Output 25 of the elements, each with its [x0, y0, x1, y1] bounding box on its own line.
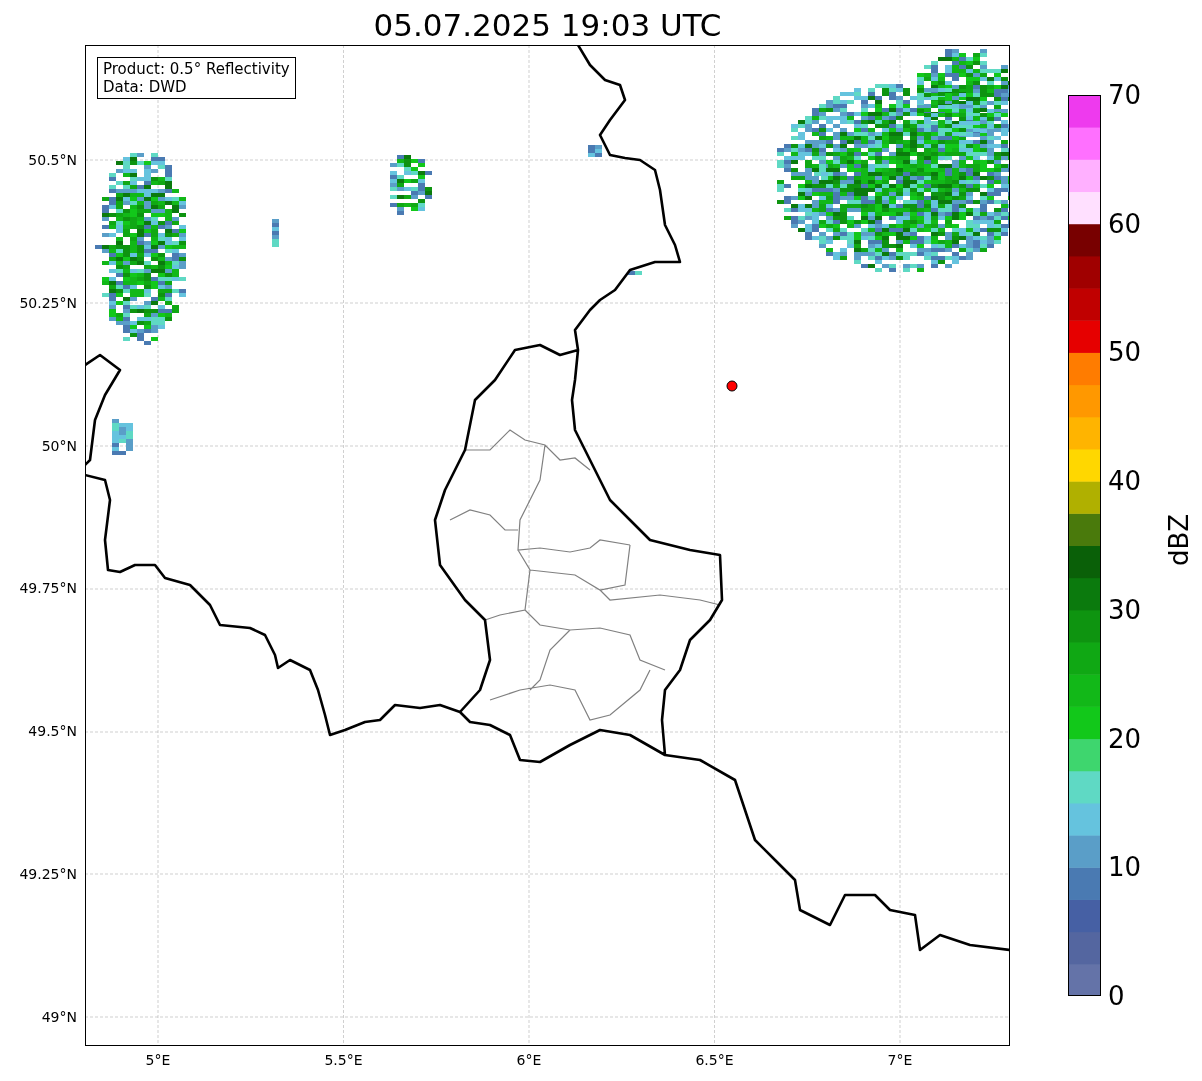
latitude-label: 50.5°N	[28, 152, 77, 168]
chart-title: 05.07.2025 19:03 UTC	[373, 6, 722, 45]
longitude-label: 6°E	[516, 1052, 542, 1068]
colorbar-tick-label: 50	[1108, 337, 1142, 368]
colorbar-label: dBZ	[1164, 513, 1195, 567]
colorbar-tick-label: 10	[1108, 852, 1142, 883]
colorbar-tick-label: 30	[1108, 594, 1142, 625]
latitude-label: 49.25°N	[19, 866, 77, 882]
longitude-label: 6.5°E	[695, 1052, 734, 1068]
colorbar-tick-label: 70	[1108, 80, 1142, 110]
latitude-label: 49.5°N	[28, 723, 77, 740]
latitude-label: 49.75°N	[19, 580, 77, 597]
colorbar-tick-label: 0	[1108, 981, 1125, 1011]
colorbar-tick-label: 60	[1108, 208, 1142, 239]
legend-text: Product: 0.5° Reflectivity	[103, 60, 290, 78]
colorbar-tick-label: 40	[1108, 466, 1142, 497]
longitude-label: 5.5°E	[324, 1052, 363, 1068]
colorbar-tick-label: 20	[1108, 723, 1142, 754]
latitude-label: 50°N	[41, 437, 77, 454]
legend-text: Data: DWD	[103, 78, 188, 96]
longitude-label: 5°E	[145, 1052, 171, 1068]
latitude-label: 49°N	[41, 1008, 77, 1025]
longitude-label: 7°E	[887, 1052, 913, 1068]
location-marker	[726, 380, 738, 392]
latitude-label: 50.25°N	[19, 294, 77, 311]
